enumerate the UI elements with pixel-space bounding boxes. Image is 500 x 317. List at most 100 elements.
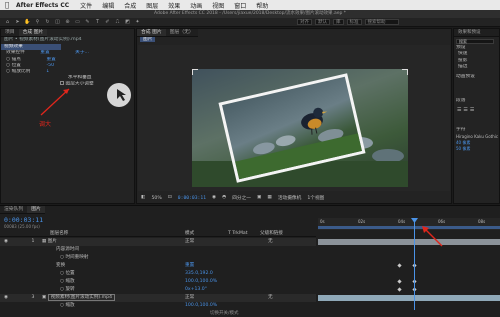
- section-paragraph[interactable]: 段落: [454, 98, 499, 104]
- layer-name[interactable]: 图片: [48, 239, 57, 244]
- type-tool-icon[interactable]: T: [94, 19, 101, 25]
- color-channel-icon[interactable]: ◓: [222, 195, 226, 201]
- rotation-value[interactable]: 0x+13.0°: [185, 286, 207, 294]
- rectangle-tool-icon[interactable]: ▭: [74, 19, 81, 25]
- layer-property-time-remap[interactable]: ○ 时间重映射: [0, 254, 200, 262]
- tab-composition[interactable]: 合成 图片: [137, 29, 166, 37]
- view-layout-select[interactable]: 1个视图: [307, 195, 324, 201]
- tab-render-queue[interactable]: 渲染队列: [0, 206, 28, 214]
- workspace-standard[interactable]: 标准: [346, 19, 362, 25]
- scale-value[interactable]: ↓: [46, 69, 50, 74]
- anchor-label: ○ 锚点: [6, 56, 21, 62]
- region-of-interest-icon[interactable]: ▣: [257, 195, 261, 201]
- tab-timeline-composition[interactable]: 图片: [27, 206, 45, 214]
- menu-item-view[interactable]: 视图: [207, 1, 229, 10]
- fit-frame-icon[interactable]: ⊡: [168, 195, 172, 201]
- layer-bar-1[interactable]: [318, 239, 500, 245]
- work-area-bar[interactable]: [318, 226, 500, 229]
- tab-effect-controls[interactable]: 合成 图片: [18, 29, 48, 37]
- tools-bar: ⌂ ➤ ✋ ⚲ ↻ ◫ ⊕ ▭ ✎ T ✐ ⎍ ◩ ✦ 对齐 默认 库 标准 搜…: [0, 18, 500, 27]
- layer-property-transform[interactable]: 变换 重置: [0, 262, 316, 270]
- menu-item-animation[interactable]: 动画: [185, 1, 207, 10]
- app-menu[interactable]: After Effects CC: [14, 2, 75, 9]
- camera-tool-icon[interactable]: ◫: [54, 19, 61, 25]
- align-left-icon[interactable]: ☰: [457, 108, 461, 113]
- pan-behind-tool-icon[interactable]: ⊕: [64, 19, 71, 25]
- viewer-timecode[interactable]: 0:00:03:11: [178, 196, 206, 201]
- eraser-tool-icon[interactable]: ◩: [124, 19, 131, 25]
- font-family-select[interactable]: Hiragino Kaku Gothic: [454, 134, 499, 140]
- workspace-align[interactable]: 对齐: [297, 19, 312, 25]
- reset-link[interactable]: 重置: [40, 50, 49, 55]
- playhead[interactable]: [414, 220, 415, 310]
- scale-value[interactable]: 100.0,100.0%: [185, 278, 217, 286]
- tracking-value[interactable]: 50 像素: [454, 146, 499, 152]
- align-right-icon[interactable]: ☰: [470, 108, 474, 113]
- home-icon[interactable]: ⌂: [4, 19, 11, 25]
- menu-item-file[interactable]: 文件: [75, 1, 97, 10]
- transparency-grid-icon[interactable]: ▦: [267, 195, 271, 201]
- menu-item-help[interactable]: 帮助: [251, 1, 273, 10]
- always-preview-icon[interactable]: ◧: [141, 195, 145, 201]
- layer-row-3[interactable]: ◉ 3 ▣ 视频素材(图片滚动实例).mp4 正常 无: [0, 294, 316, 302]
- scale-value[interactable]: 100.0,100.0%: [185, 302, 217, 310]
- visibility-eye-icon[interactable]: ◉: [4, 295, 8, 301]
- menu-item-layer[interactable]: 图层: [141, 1, 163, 10]
- hand-tool-icon[interactable]: ✋: [24, 19, 31, 25]
- zoom-tool-icon[interactable]: ⚲: [34, 19, 41, 25]
- layer-row-1[interactable]: ◉ 1 ▦ 图片 正常 无: [0, 238, 316, 246]
- pen-tool-icon[interactable]: ✎: [84, 19, 91, 25]
- align-center-icon[interactable]: ☰: [463, 108, 467, 113]
- layer-mode[interactable]: 正常: [185, 294, 194, 302]
- layer-bar-3[interactable]: [318, 295, 500, 301]
- brush-tool-icon[interactable]: ✐: [104, 19, 111, 25]
- puppet-tool-icon[interactable]: ✦: [134, 19, 141, 25]
- zoom-level[interactable]: 50%: [151, 196, 161, 201]
- position-value[interactable]: -50: [46, 63, 54, 68]
- composition-canvas[interactable]: [138, 45, 450, 191]
- effects-search-input[interactable]: 搜索: [456, 39, 494, 44]
- layer3-property-scale[interactable]: ○ 缩放 100.0,100.0%: [0, 302, 316, 310]
- layer-name[interactable]: 视频素材(图片滚动实例).mp4: [47, 294, 115, 301]
- transform-reset[interactable]: 重置: [185, 262, 194, 270]
- right-panel-title[interactable]: 效果和预设: [454, 29, 499, 37]
- layer-property-position[interactable]: ○ 位置 335.0,192.0: [0, 270, 316, 278]
- keyframe-marker[interactable]: [397, 263, 402, 268]
- stamp-tool-icon[interactable]: ⎍: [114, 19, 121, 25]
- tab-layer[interactable]: 图层（无）: [165, 29, 198, 37]
- about-link[interactable]: 关于...: [75, 50, 89, 55]
- workspace-library[interactable]: 库: [333, 19, 344, 25]
- snapshot-icon[interactable]: ◉: [212, 195, 216, 201]
- workspace-default[interactable]: 默认: [315, 19, 330, 25]
- layer-property-rotation[interactable]: ○ 旋转 0x+13.0°: [0, 286, 316, 294]
- preset-item-stroke[interactable]: 描边: [454, 64, 499, 70]
- layer-parent[interactable]: 无: [268, 238, 273, 246]
- anchor-value[interactable]: 重置: [46, 57, 55, 62]
- layer-mode[interactable]: 正常: [185, 238, 194, 246]
- camera-select[interactable]: 活动摄像机: [278, 195, 301, 201]
- apple-logo-icon[interactable]: : [0, 1, 14, 9]
- help-search-input[interactable]: 搜索帮助: [364, 19, 399, 25]
- composition-breadcrumb[interactable]: 图片: [140, 37, 156, 42]
- timeline-timecode[interactable]: 0:00:03:11: [4, 216, 43, 224]
- resolution-select[interactable]: 四分之一: [232, 195, 251, 201]
- menu-item-edit[interactable]: 编辑: [97, 1, 119, 10]
- rotation-label: ○ 旋转: [60, 287, 75, 292]
- layer-property-scale[interactable]: ○ 缩放 100.0,100.0%: [0, 278, 316, 286]
- keyframe-marker[interactable]: [397, 287, 402, 292]
- selection-tool-icon[interactable]: ➤: [14, 19, 21, 25]
- keyframe-marker[interactable]: [397, 279, 402, 284]
- layer-property-time[interactable]: 内容源时间: [0, 246, 200, 254]
- visibility-eye-icon[interactable]: ◉: [4, 239, 8, 245]
- toggle-switches-label[interactable]: 切换开关/模式: [210, 310, 239, 316]
- column-layer-name[interactable]: 图层名称: [50, 230, 68, 237]
- menu-item-effect[interactable]: 效果: [163, 1, 185, 10]
- menu-item-window[interactable]: 窗口: [229, 1, 251, 10]
- tab-project[interactable]: 项目: [1, 29, 19, 37]
- section-animation-presets[interactable]: 动画预设: [454, 74, 499, 80]
- rotate-tool-icon[interactable]: ↻: [44, 19, 51, 25]
- position-value[interactable]: 335.0,192.0: [185, 270, 213, 278]
- time-ruler[interactable]: 0s 02s 04s 06s 08s: [318, 218, 500, 230]
- menu-item-composition[interactable]: 合成: [119, 1, 141, 10]
- layer-parent[interactable]: 无: [268, 294, 273, 302]
